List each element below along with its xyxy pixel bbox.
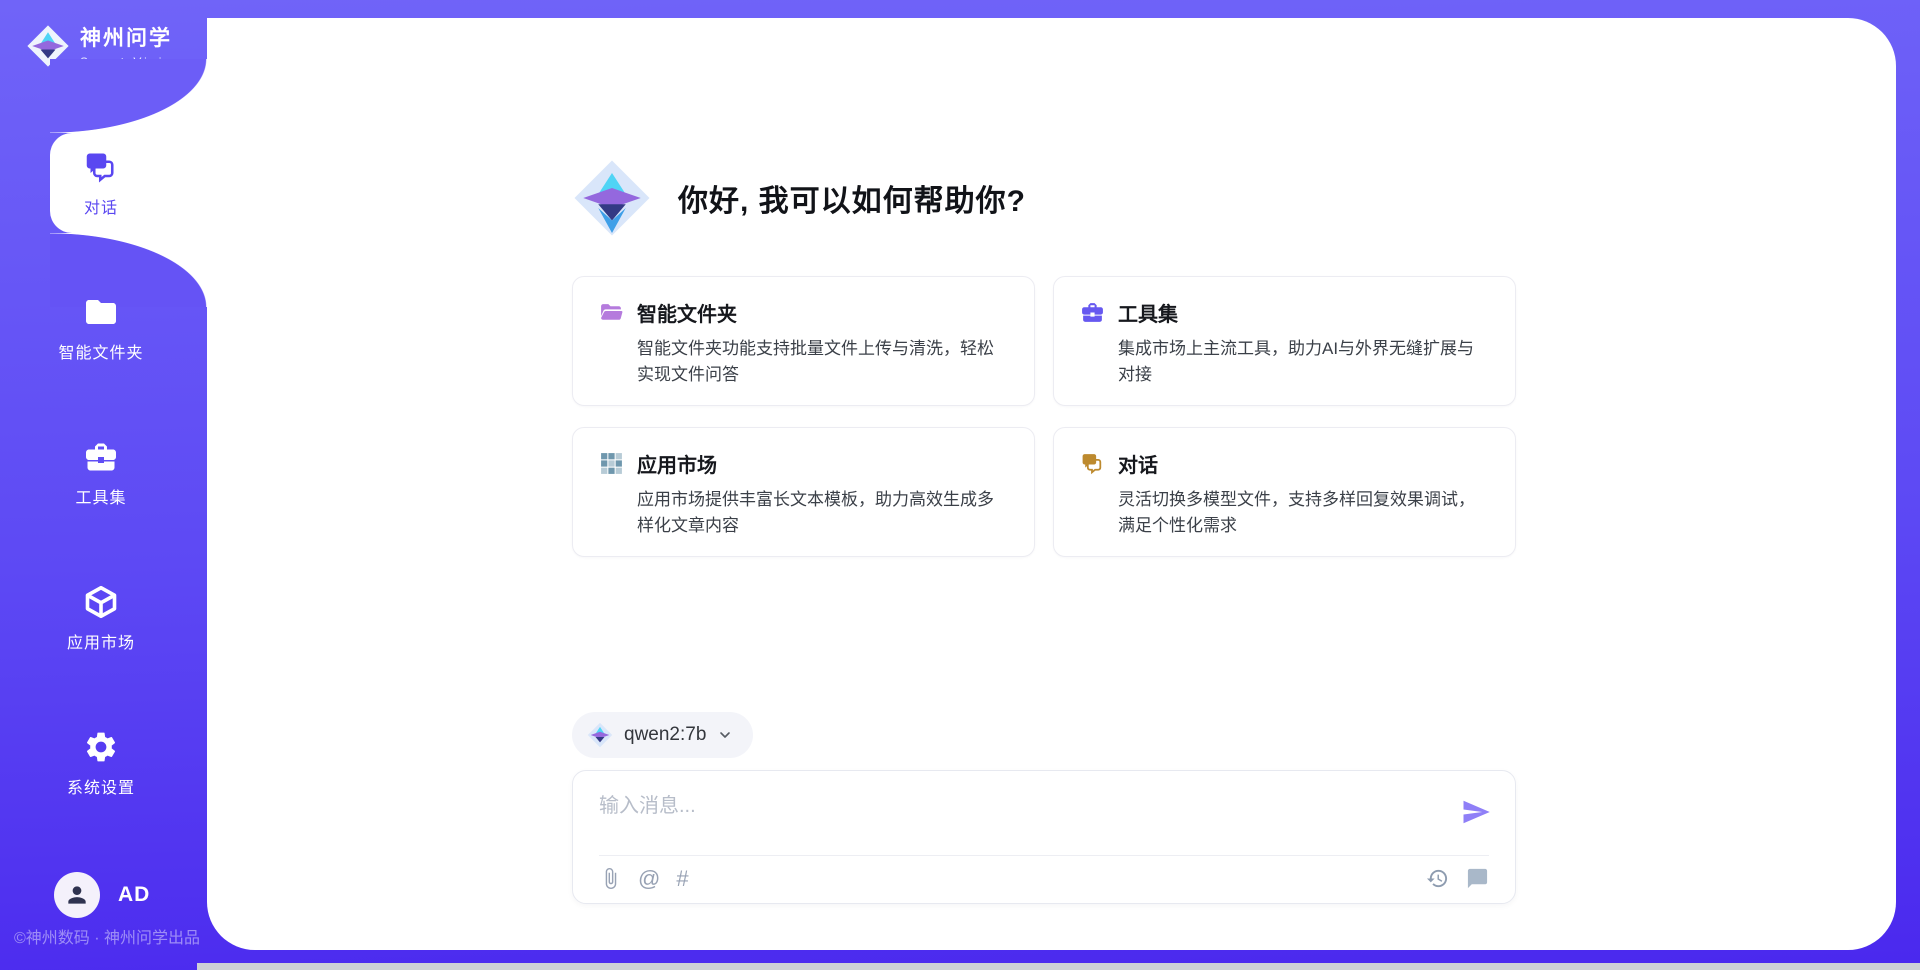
chat-bubbles-icon [1080, 451, 1105, 476]
message-composer: @ # [572, 770, 1516, 904]
message-input[interactable] [599, 789, 1459, 845]
feedback-icon[interactable] [1466, 867, 1489, 890]
avatar [54, 872, 100, 918]
card-title: 智能文件夹 [637, 298, 737, 327]
card-description: 集成市场上主流工具，助力AI与外界无缝扩展与对接 [1118, 336, 1489, 387]
gear-icon [83, 729, 119, 765]
greeting-title: 你好, 我可以如何帮助你? [678, 176, 1026, 220]
card-description: 灵活切换多模型文件，支持多样回复效果调试，满足个性化需求 [1118, 487, 1489, 538]
model-name: qwen2:7b [624, 724, 706, 746]
sidebar-item-app-market[interactable]: 应用市场 [0, 568, 202, 668]
chat-bubbles-icon [83, 149, 119, 185]
horizontal-scrollbar[interactable] [197, 963, 1920, 970]
composer-divider [599, 855, 1489, 856]
composer-toolbar: @ # [599, 867, 689, 890]
sidebar-item-label: 对话 [84, 194, 118, 218]
copyright-text: ©神州数码 · 神州问学出品 [14, 924, 200, 948]
card-title: 应用市场 [637, 449, 717, 478]
chevron-down-icon [717, 727, 733, 743]
cube-icon [83, 584, 119, 620]
history-icon[interactable] [1426, 867, 1449, 890]
toolbox-icon [1080, 300, 1105, 325]
sidebar-item-toolset[interactable]: 工具集 [0, 423, 202, 523]
composer-right-toolbar [1426, 867, 1489, 890]
attachment-icon[interactable] [599, 867, 622, 890]
send-icon[interactable] [1461, 797, 1491, 827]
sidebar-item-label: 智能文件夹 [58, 339, 143, 363]
folder-icon [83, 294, 119, 330]
card-app-market[interactable]: 应用市场 应用市场提供丰富长文本模板，助力高效生成多样化文章内容 [572, 427, 1035, 557]
folder-open-icon [599, 300, 624, 325]
sidebar-nav: 对话 智能文件夹 工具集 应用市场 系统设置 [0, 133, 202, 858]
card-smart-folders[interactable]: 智能文件夹 智能文件夹功能支持批量文件上传与清洗，轻松实现文件问答 [572, 276, 1035, 406]
card-description: 应用市场提供丰富长文本模板，助力高效生成多样化文章内容 [637, 487, 1008, 538]
sidebar-item-label: 工具集 [75, 484, 126, 508]
greeting: 你好, 我可以如何帮助你? [572, 158, 1026, 238]
brand-name: 神州问学 [80, 22, 184, 52]
card-title: 工具集 [1118, 298, 1178, 327]
card-description: 智能文件夹功能支持批量文件上传与清洗，轻松实现文件问答 [637, 336, 1008, 387]
diamond-logo-icon [572, 158, 652, 238]
user-name: AD [118, 883, 150, 907]
sidebar-item-smart-folders[interactable]: 智能文件夹 [0, 278, 202, 378]
active-tab-swoosh-top [50, 59, 207, 133]
sidebar: 神州问学 Smart Vision 对话 智能文件夹 工具集 [0, 0, 207, 970]
user-profile[interactable]: AD [54, 872, 150, 918]
sidebar-item-settings[interactable]: 系统设置 [0, 713, 202, 813]
person-icon [64, 882, 90, 908]
toolbox-icon [83, 439, 119, 475]
hashtag-icon[interactable]: # [676, 868, 688, 890]
diamond-logo-icon [587, 722, 613, 748]
card-title: 对话 [1118, 449, 1158, 478]
card-chat[interactable]: 对话 灵活切换多模型文件，支持多样回复效果调试，满足个性化需求 [1053, 427, 1516, 557]
model-selector[interactable]: qwen2:7b [572, 712, 753, 758]
sidebar-item-label: 应用市场 [67, 629, 135, 653]
sidebar-item-label: 系统设置 [67, 774, 135, 798]
sidebar-item-chat[interactable]: 对话 [0, 133, 202, 233]
grid-icon [599, 451, 624, 476]
feature-cards: 智能文件夹 智能文件夹功能支持批量文件上传与清洗，轻松实现文件问答 工具集 集成… [572, 276, 1516, 557]
mention-icon[interactable]: @ [638, 868, 660, 890]
card-toolset[interactable]: 工具集 集成市场上主流工具，助力AI与外界无缝扩展与对接 [1053, 276, 1516, 406]
